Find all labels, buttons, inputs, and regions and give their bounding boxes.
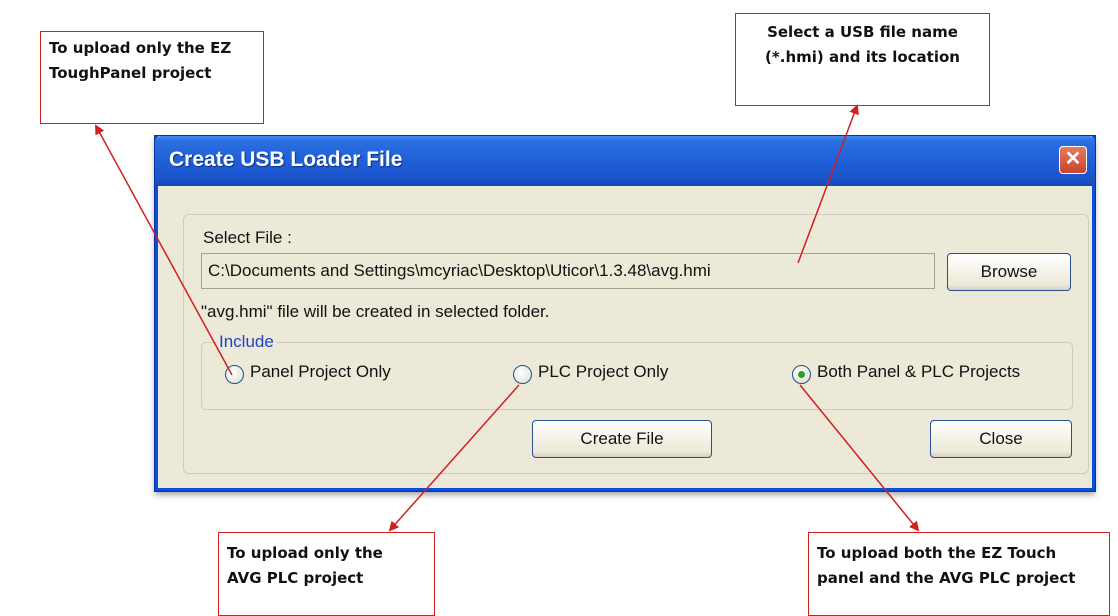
annotation-arrows	[95, 104, 920, 532]
arrow-to-both-callout	[799, 384, 920, 532]
arrow-to-panel-callout	[95, 124, 233, 376]
arrow-to-plc-callout	[388, 384, 520, 532]
arrow-to-filepath	[797, 104, 859, 264]
